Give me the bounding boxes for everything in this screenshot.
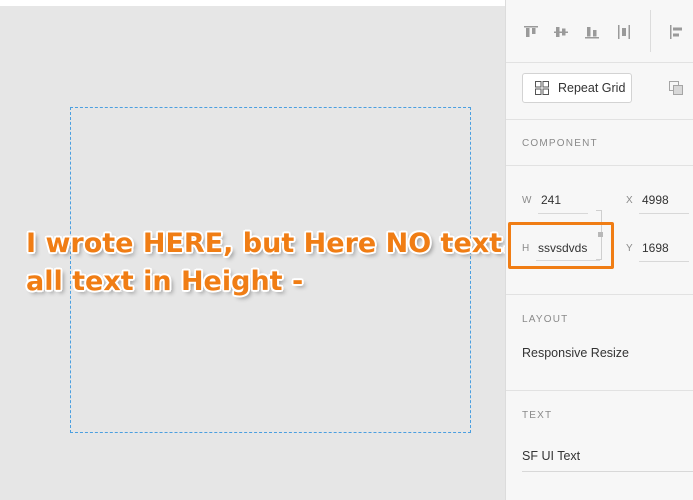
- x-label: X: [626, 195, 633, 206]
- width-label: W: [522, 195, 532, 206]
- toolbar-divider: [650, 10, 651, 52]
- y-label: Y: [626, 243, 633, 254]
- height-label: H: [522, 243, 530, 254]
- font-family-select[interactable]: SF UI Text: [522, 449, 580, 463]
- section-divider: [506, 390, 693, 391]
- x-underline: [639, 213, 689, 214]
- x-input[interactable]: 4998: [642, 193, 669, 207]
- width-input[interactable]: 241: [541, 193, 561, 207]
- height-input[interactable]: ssvsdvds: [538, 241, 587, 255]
- distribute-vertical-icon[interactable]: [614, 22, 634, 42]
- width-underline: [538, 213, 588, 214]
- repeat-grid-button[interactable]: Repeat Grid: [522, 73, 632, 103]
- font-family-underline: [522, 471, 693, 472]
- height-underline: [536, 260, 600, 261]
- section-divider: [506, 294, 693, 295]
- annotation-callout: I wrote HERE, but Here NO text. all text…: [26, 225, 512, 301]
- copy-icon[interactable]: [668, 80, 684, 96]
- align-left-icon[interactable]: [666, 22, 686, 42]
- y-input[interactable]: 1698: [642, 241, 669, 255]
- section-divider: [506, 119, 693, 120]
- y-underline: [639, 261, 689, 262]
- text-section-title: TEXT: [522, 410, 553, 421]
- grid-icon: [535, 81, 549, 95]
- component-section-title: COMPONENT: [522, 138, 598, 149]
- layout-section-title: LAYOUT: [522, 314, 569, 325]
- align-toolbar: [506, 0, 693, 63]
- repeat-grid-label: Repeat Grid: [558, 81, 626, 95]
- property-inspector: Repeat Grid COMPONENT W 241 X 4998 H ssv…: [505, 0, 693, 500]
- align-middle-icon[interactable]: [551, 22, 571, 42]
- align-top-icon[interactable]: [521, 22, 541, 42]
- annotation-line-2: all text in Height -: [26, 266, 304, 297]
- section-divider: [506, 165, 693, 166]
- annotation-line-1: I wrote HERE, but Here NO text.: [26, 228, 513, 259]
- align-bottom-icon[interactable]: [582, 22, 602, 42]
- responsive-resize-toggle[interactable]: Responsive Resize: [522, 346, 629, 360]
